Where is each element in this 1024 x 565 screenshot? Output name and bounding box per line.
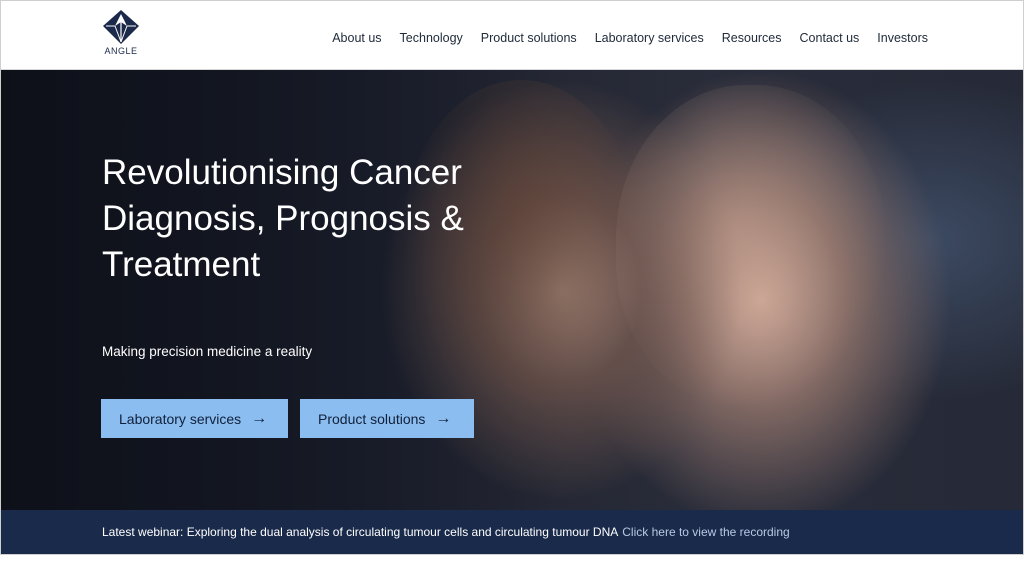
- arrow-right-icon: →: [435, 409, 452, 427]
- nav-item-product-solutions[interactable]: Product solutions: [481, 31, 577, 45]
- main-nav: About us Technology Product solutions La…: [332, 31, 928, 45]
- laboratory-services-button-label: Laboratory services: [119, 410, 242, 427]
- page-frame: ANGLE About us Technology Product soluti…: [0, 0, 1024, 555]
- nav-item-resources[interactable]: Resources: [722, 31, 782, 45]
- laboratory-services-button[interactable]: Laboratory services →: [101, 399, 288, 438]
- nav-item-investors[interactable]: Investors: [877, 31, 928, 45]
- site-header: ANGLE About us Technology Product soluti…: [1, 1, 1023, 70]
- angle-logo-icon: [103, 10, 139, 44]
- banner-recording-link[interactable]: Click here to view the recording: [622, 525, 789, 539]
- hero-subtitle: Making precision medicine a reality: [102, 344, 313, 359]
- banner-text: Latest webinar: Exploring the dual analy…: [102, 525, 619, 539]
- arrow-right-icon: →: [251, 409, 268, 427]
- hero-overlay: [1, 70, 1023, 510]
- nav-item-about-us[interactable]: About us: [332, 31, 381, 45]
- nav-item-laboratory-services[interactable]: Laboratory services: [595, 31, 704, 45]
- hero-section: Revolutionising Cancer Diagnosis, Progno…: [1, 70, 1023, 510]
- product-solutions-button-label: Product solutions: [318, 410, 426, 427]
- nav-item-contact-us[interactable]: Contact us: [800, 31, 860, 45]
- nav-item-technology[interactable]: Technology: [400, 31, 463, 45]
- brand-logo[interactable]: ANGLE: [101, 9, 141, 61]
- hero-title: Revolutionising Cancer Diagnosis, Progno…: [102, 153, 464, 284]
- brand-name: ANGLE: [104, 46, 138, 56]
- webinar-banner: Latest webinar: Exploring the dual analy…: [1, 510, 1023, 554]
- product-solutions-button[interactable]: Product solutions →: [300, 399, 474, 438]
